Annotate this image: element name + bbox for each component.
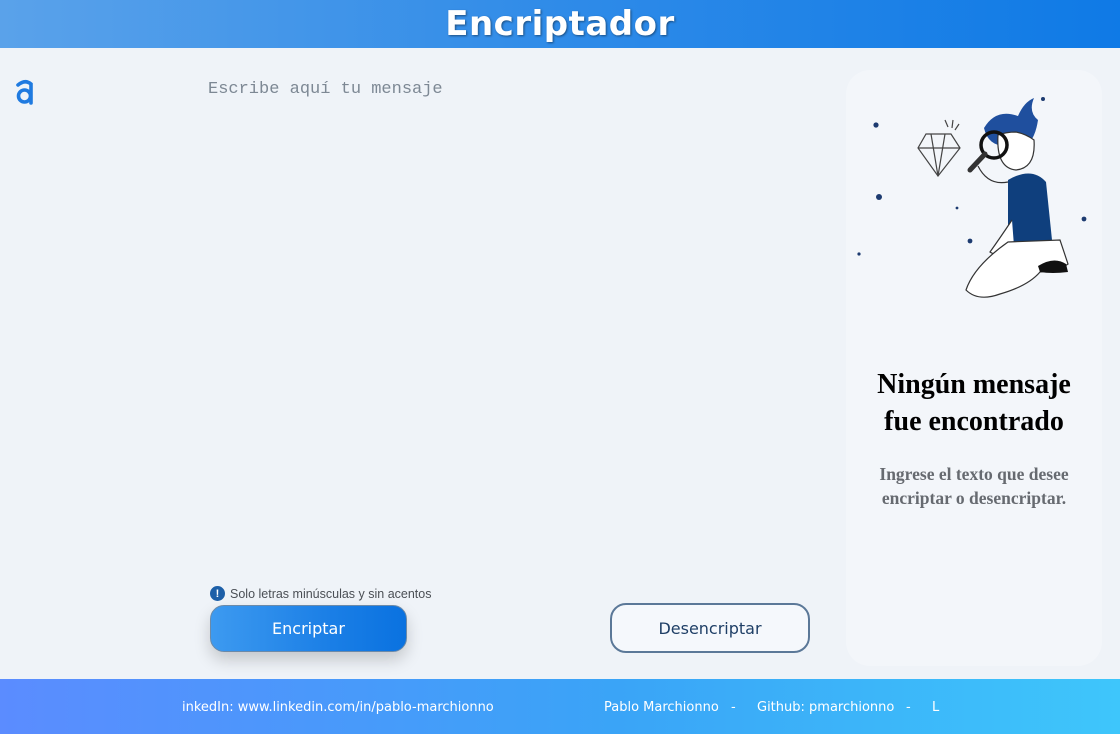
github-link[interactable]: Github: pmarchionno — [757, 700, 894, 715]
hint-text: Solo letras minúsculas y sin acentos — [230, 586, 432, 601]
input-hint: ! Solo letras minúsculas y sin acentos — [210, 586, 431, 601]
footer-separator: - — [906, 700, 911, 715]
result-subtitle: Ingrese el texto que desee encriptar o d… — [879, 464, 1069, 508]
result-title: Ningún mensaje fue encontrado — [877, 369, 1071, 437]
person-with-magnifier-icon — [856, 90, 1092, 305]
decrypt-button[interactable]: Desencriptar — [610, 603, 810, 653]
alura-logo-icon[interactable] — [14, 78, 36, 106]
author-name: Pablo Marchionno — [604, 700, 719, 715]
page-footer: inkedIn: www.linkedin.com/in/pablo-march… — [0, 679, 1120, 734]
footer-separator: - — [731, 700, 736, 715]
linkedin-link[interactable]: inkedIn: www.linkedin.com/in/pablo-march… — [182, 700, 494, 715]
encrypt-button[interactable]: Encriptar — [210, 605, 407, 652]
app-header: Encriptador — [0, 0, 1120, 48]
message-input[interactable] — [208, 80, 808, 560]
app-title: Encriptador — [445, 4, 675, 44]
result-panel: Ningún mensaje fue encontrado Ingrese el… — [846, 70, 1102, 666]
footer-trailing-text: L — [932, 700, 940, 715]
info-icon: ! — [210, 586, 225, 601]
